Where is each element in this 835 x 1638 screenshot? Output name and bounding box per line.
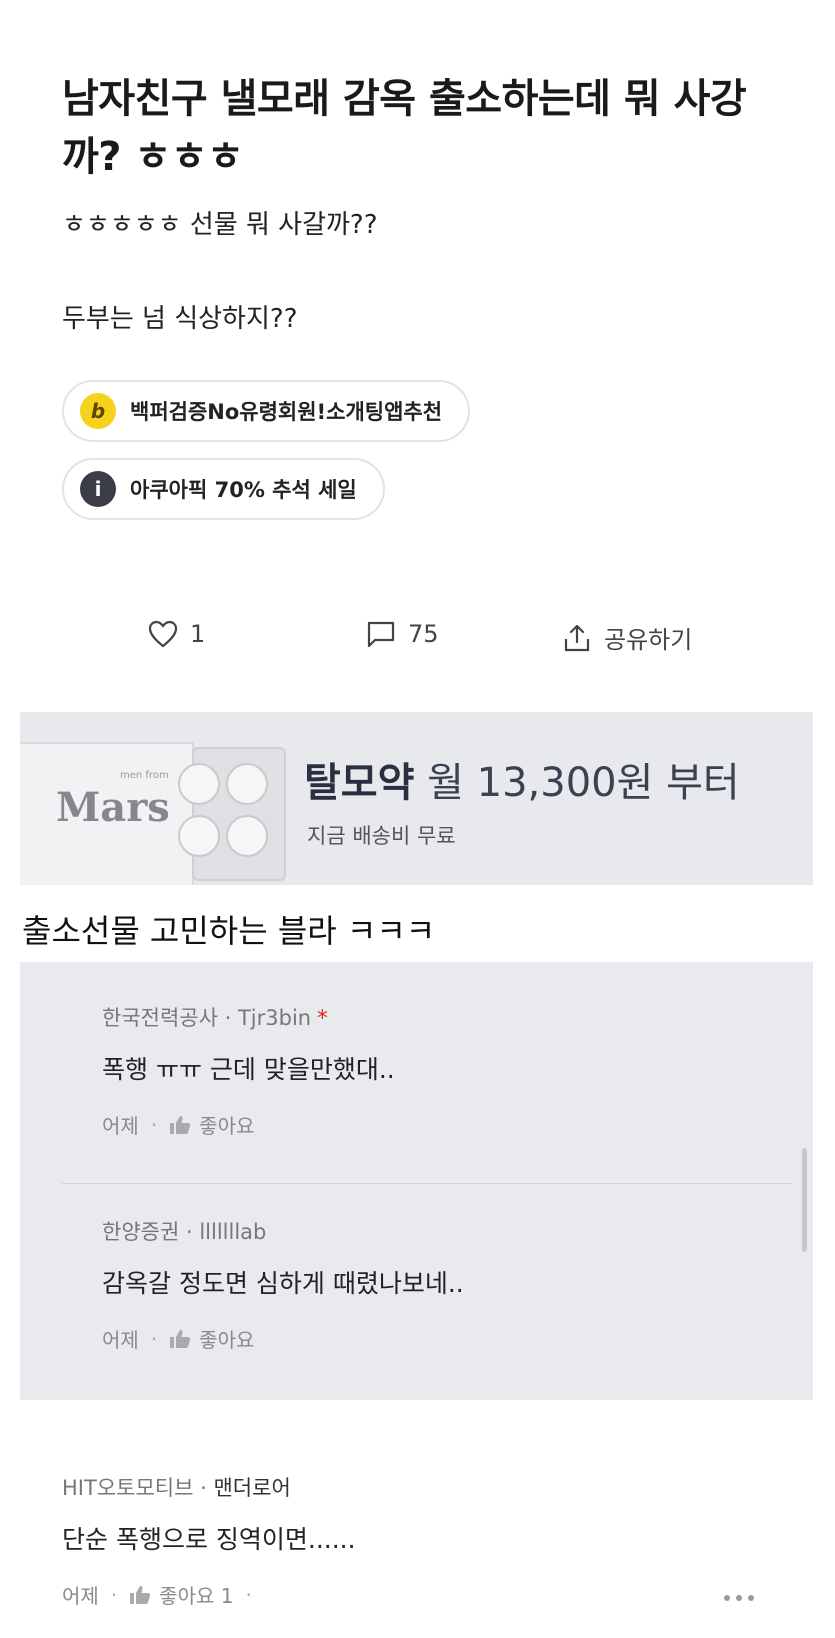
chip-label: 백퍼검증No유령회원!소개팅앱추천 [130, 400, 443, 424]
comment-time: 어제 [102, 1328, 139, 1352]
share-label: 공유하기 [604, 626, 693, 654]
b-logo-icon: b [80, 393, 116, 429]
comment-user: 맨더로어 [213, 1476, 291, 1500]
brand-logo: Mars [56, 784, 170, 831]
comment-footer: 어제 · 좋아요 [102, 1110, 395, 1139]
comment-time: 어제 [102, 1114, 139, 1138]
share-icon [564, 624, 590, 651]
comment-divider [62, 1183, 793, 1184]
thumbs-up-icon[interactable] [169, 1329, 191, 1349]
comment-footer: 어제 · 좋아요 [102, 1324, 464, 1353]
comment-item: 한국전력공사 · Tjr3bin * 폭행 ㅠㅠ 근데 맞을만했대.. 어제 · … [102, 1002, 395, 1139]
ad-headline: 탈모약 월 13,300원 부터 [304, 760, 740, 806]
scrollbar[interactable] [802, 1148, 807, 1252]
ad-chip-dating-app[interactable]: b 백퍼검증No유령회원!소개팅앱추천 [62, 380, 471, 442]
comment-item: HIT오토모티브 · 맨더로어 단순 폭행으로 징역이면...... 어제 · … [62, 1472, 356, 1609]
post-actions: 1 75 공유하기 [0, 620, 835, 664]
chip-label: 아쿠아픽 70% 추석 세일 [130, 478, 357, 502]
image-caption: 출소선물 고민하는 블라 ㅋㅋㅋ [22, 912, 436, 950]
quoted-comments: 한국전력공사 · Tjr3bin * 폭행 ㅠㅠ 근데 맞을만했대.. 어제 · … [20, 962, 813, 1400]
like-count: 1 [190, 620, 206, 648]
comment-time: 어제 [62, 1584, 99, 1608]
like-button[interactable]: 좋아요 1 [159, 1580, 233, 1609]
comment-text: 폭행 ㅠㅠ 근데 맞을만했대.. [102, 1055, 395, 1084]
thumbs-up-icon[interactable] [129, 1585, 151, 1605]
comment-item: 한양증권 · lllllllab 감옥갈 정도면 심하게 때렸나보네.. 어제 … [102, 1216, 464, 1353]
comment-meta: HIT오토모티브 · 맨더로어 [62, 1476, 291, 1500]
ad-subtext: 지금 배송비 무료 [307, 824, 456, 848]
comment-company: 한양증권 [102, 1220, 180, 1244]
like-button[interactable]: 1 [148, 620, 205, 648]
comment-company: HIT오토모티브 [62, 1476, 194, 1500]
ad-chip-aquapick[interactable]: i 아쿠아픽 70% 추석 세일 [62, 458, 385, 520]
post-body-line: 두부는 넘 식상하지?? [62, 304, 298, 334]
post-body-line: ㅎㅎㅎㅎㅎ 선물 뭐 사갈까?? [62, 210, 378, 240]
comment-meta: 한국전력공사 · Tjr3bin * [102, 1006, 328, 1030]
comment-user: Tjr3bin [237, 1006, 312, 1030]
comment-text: 단순 폭행으로 징역이면...... [62, 1525, 356, 1554]
like-button[interactable]: 좋아요 [199, 1110, 254, 1139]
heart-icon [148, 620, 178, 648]
ad-banner[interactable]: men from Mars 탈모약 월 13,300원 부터 지금 배송비 무료 [20, 712, 813, 885]
comment-count: 75 [408, 620, 439, 648]
comment-user: lllllllab [199, 1220, 267, 1244]
brand-subtitle: men from [120, 770, 169, 781]
comment-text: 감옥갈 정도면 심하게 때렸나보네.. [102, 1269, 464, 1298]
author-star-icon: * [317, 1006, 328, 1030]
product-box: men from Mars [20, 742, 194, 885]
more-options-icon[interactable] [724, 1595, 754, 1601]
info-icon: i [80, 471, 116, 507]
share-button[interactable]: 공유하기 [562, 620, 692, 655]
comment-footer: 어제 · 좋아요 1 · [62, 1580, 356, 1609]
comment-meta: 한양증권 · lllllllab [102, 1220, 267, 1244]
like-button[interactable]: 좋아요 [199, 1324, 254, 1353]
comment-button[interactable]: 75 [366, 620, 439, 648]
post-title: 남자친구 낼모래 감옥 출소하는데 뭐 사강까? ㅎㅎㅎ [62, 76, 747, 180]
thumbs-up-icon[interactable] [169, 1115, 191, 1135]
comment-company: 한국전력공사 [102, 1006, 218, 1030]
comment-icon [367, 621, 395, 648]
pill-blister-image [178, 747, 286, 881]
